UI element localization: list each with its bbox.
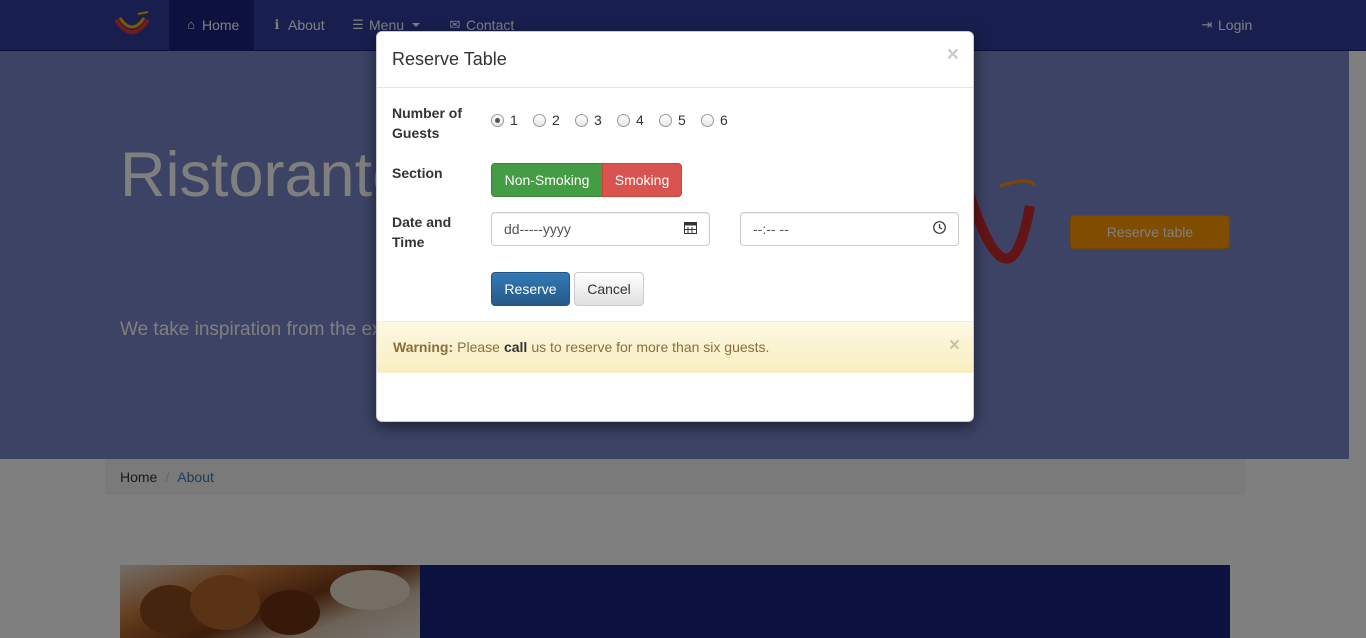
radio-label: 2 <box>552 112 560 128</box>
guests-radio-5[interactable]: 5 <box>659 112 686 128</box>
radio-label: 1 <box>510 112 518 128</box>
radio-label: 3 <box>594 112 602 128</box>
guests-radio-6[interactable]: 6 <box>701 112 728 128</box>
reserve-modal: Reserve Table × Number of Guests 1 2 3 4… <box>376 31 974 422</box>
section-label: Section <box>392 165 443 181</box>
close-icon[interactable]: × <box>947 44 959 65</box>
date-placeholder: dd-----yyyy <box>504 221 571 237</box>
guests-radio-1[interactable]: 1 <box>491 112 518 128</box>
guests-label: Number of Guests <box>392 105 462 141</box>
radio-label: 4 <box>636 112 644 128</box>
radio-button[interactable] <box>701 113 714 127</box>
clock-icon[interactable] <box>933 221 946 237</box>
radio-label: 6 <box>720 112 728 128</box>
smoking-button[interactable]: Smoking <box>602 163 682 197</box>
warning-alert: Warning: Please call us to reserve for m… <box>377 321 973 373</box>
radio-button[interactable] <box>575 113 588 127</box>
guests-radio-2[interactable]: 2 <box>533 112 560 128</box>
reserve-button[interactable]: Reserve <box>491 272 570 306</box>
datetime-label: Date and Time <box>392 214 452 250</box>
radio-button[interactable] <box>533 113 546 127</box>
radio-button[interactable] <box>659 113 672 127</box>
alert-suffix: us to reserve for more than six guests. <box>531 339 770 355</box>
radio-button[interactable] <box>617 113 630 127</box>
alert-close-icon[interactable]: × <box>949 336 960 355</box>
section-button-group: Non-Smoking Smoking <box>491 163 682 197</box>
calendar-icon[interactable] <box>684 221 697 237</box>
cancel-button[interactable]: Cancel <box>574 272 644 306</box>
date-input[interactable]: dd-----yyyy <box>491 212 710 246</box>
guests-radio-3[interactable]: 3 <box>575 112 602 128</box>
modal-header: Reserve Table × <box>377 32 973 88</box>
radio-label: 5 <box>678 112 686 128</box>
alert-prefix: Please <box>457 339 500 355</box>
non-smoking-button[interactable]: Non-Smoking <box>491 163 603 197</box>
alert-call: call <box>503 339 528 355</box>
guests-radio-4[interactable]: 4 <box>617 112 644 128</box>
alert-strong: Warning: <box>393 339 454 355</box>
time-input[interactable]: --:-- -- <box>740 212 959 246</box>
radio-button[interactable] <box>491 113 504 127</box>
modal-title: Reserve Table <box>392 49 507 69</box>
time-placeholder: --:-- -- <box>753 221 789 237</box>
